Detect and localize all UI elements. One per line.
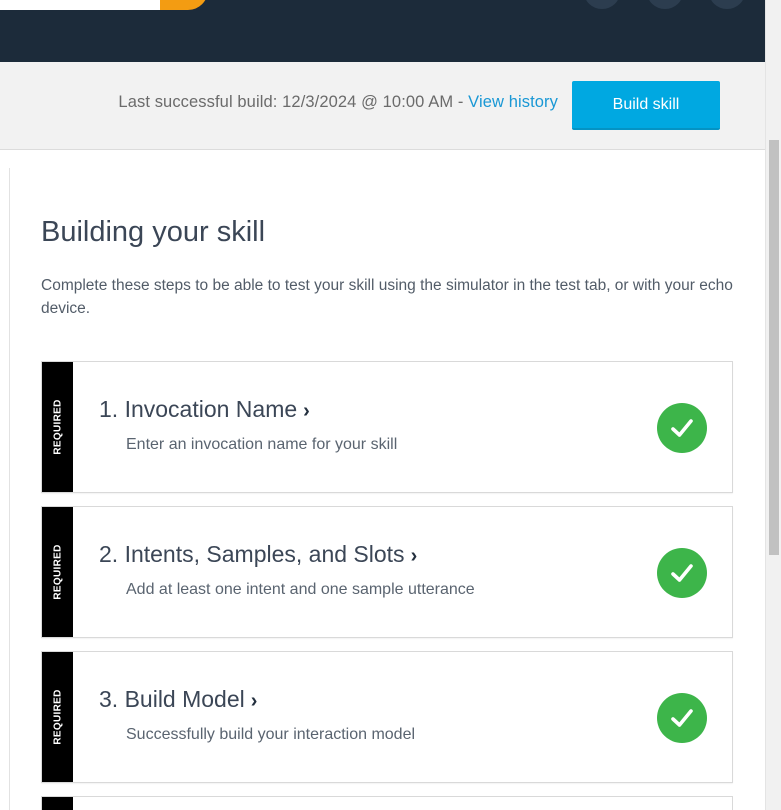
header-circle-button-3[interactable]	[709, 0, 745, 9]
header-circle-button-1[interactable]	[584, 0, 620, 9]
view-history-link[interactable]: View history	[468, 93, 558, 111]
build-status: Last successful build: 12/3/2024 @ 10:00…	[118, 93, 558, 112]
page-description: Complete these steps to be able to test …	[41, 277, 733, 317]
header-circle-button-2[interactable]	[647, 0, 683, 9]
required-tag	[42, 797, 73, 810]
checkmark-icon	[657, 548, 707, 598]
build-status-text: Last successful build: 12/3/2024 @ 10:00…	[118, 93, 469, 111]
checkmark-icon	[657, 693, 707, 743]
chevron-right-icon: ›	[303, 400, 310, 422]
build-bar: Last successful build: 12/3/2024 @ 10:00…	[0, 62, 765, 150]
step-title[interactable]: 2. Intents, Samples, and Slots ›	[99, 541, 417, 568]
required-tag: REQUIRED	[42, 362, 73, 492]
step-subtitle: Successfully build your interaction mode…	[126, 726, 416, 743]
step-subtitle: Add at least one intent and one sample u…	[126, 581, 475, 598]
scrollbar-thumb[interactable]	[769, 140, 779, 555]
required-tag: REQUIRED	[42, 652, 73, 782]
checkmark-icon	[657, 403, 707, 453]
step-card-next-partial[interactable]	[41, 796, 733, 810]
scrollbar[interactable]	[765, 0, 781, 810]
header-white-tab	[0, 0, 160, 10]
step-card-build-model[interactable]: REQUIRED 3. Build Model › Successfully bu…	[41, 651, 733, 783]
header-orange-tab[interactable]	[150, 0, 208, 10]
step-subtitle: Enter an invocation name for your skill	[126, 436, 398, 453]
build-skill-button[interactable]: Build skill	[572, 81, 720, 130]
chevron-right-icon: ›	[410, 545, 418, 567]
page-title: Building your skill	[41, 216, 266, 248]
step-card-intents-samples-slots[interactable]: REQUIRED 2. Intents, Samples, and Slots ›…	[41, 506, 733, 638]
top-header	[0, 0, 765, 62]
step-title[interactable]: 3. Build Model ›	[99, 686, 257, 713]
content-divider	[9, 168, 10, 810]
step-title[interactable]: 1. Invocation Name ›	[99, 396, 310, 423]
step-card-invocation-name[interactable]: REQUIRED 1. Invocation Name › Enter an in…	[41, 361, 733, 493]
chevron-right-icon: ›	[250, 690, 258, 712]
required-tag: REQUIRED	[42, 507, 73, 637]
